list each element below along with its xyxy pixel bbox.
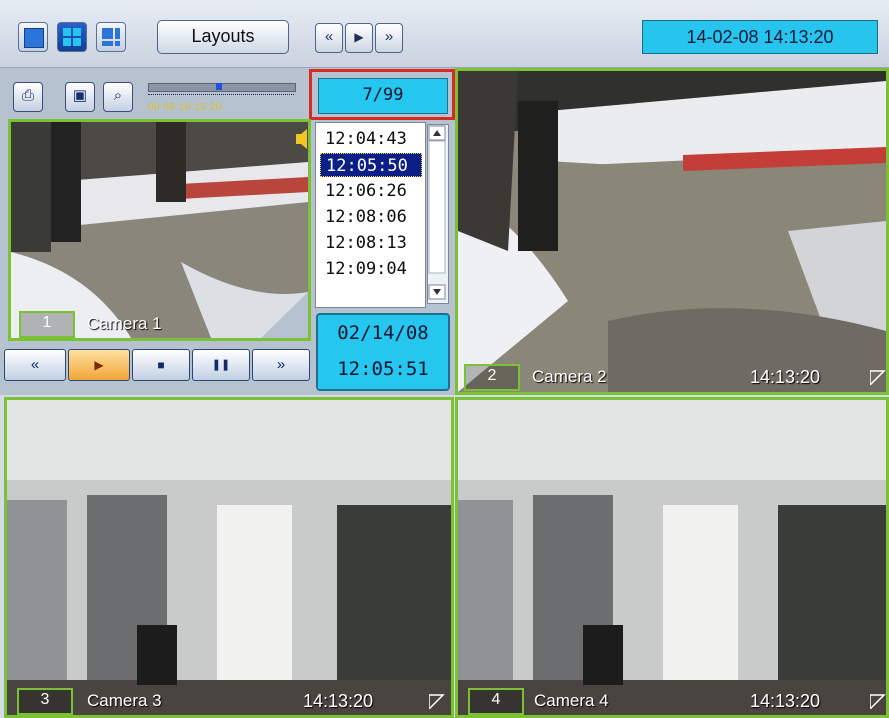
camera-2-time: 14:13:20 — [750, 367, 821, 387]
single-view-icon — [24, 28, 44, 48]
playback-date: 02/14/08 — [337, 322, 429, 344]
date-time-display: 14-02-08 14:13:20 — [642, 20, 878, 54]
camera-4-time: 14:13:20 — [750, 691, 821, 711]
list-item[interactable]: 12:08:13 — [320, 231, 422, 255]
list-item[interactable]: 12:09:04 — [320, 257, 422, 281]
camera-2-image — [458, 71, 886, 392]
camera-1-view[interactable]: 1 Camera 1 — [8, 119, 311, 341]
playback-time: 12:05:51 — [337, 358, 429, 380]
fast-forward-button[interactable]: » — [252, 349, 310, 381]
time-scale-marker — [216, 83, 222, 90]
camera-2-label: Camera 2 — [532, 367, 607, 386]
camera-3-number: 3 — [17, 688, 73, 715]
stop-button[interactable]: ■ — [132, 349, 190, 381]
mixed-view-button[interactable] — [96, 22, 126, 52]
record-counter-highlight: 7/99 — [309, 69, 455, 120]
list-item-selected[interactable]: 12:05:50 — [320, 153, 422, 177]
resize-corner-icon[interactable] — [870, 693, 886, 709]
camera-4-number: 4 — [468, 688, 524, 715]
play-forward-button[interactable]: ▶ — [345, 23, 373, 53]
play-button[interactable]: ▶ — [68, 349, 130, 381]
event-time-list-box[interactable]: 12:04:43 12:05:50 12:06:26 12:08:06 12:0… — [315, 122, 426, 308]
event-time-list: 12:04:43 12:05:50 12:06:26 12:08:06 12:0… — [315, 122, 454, 308]
save-icon: ▣ — [72, 87, 88, 104]
top-toolbar: Layouts « ▶ » 14-02-08 14:13:20 — [0, 0, 889, 68]
resize-corner-icon[interactable] — [429, 693, 445, 709]
list-item[interactable]: 12:06:26 — [320, 179, 422, 203]
time-scale-labels: 00 05 10 15 20 — [148, 102, 222, 113]
camera-2-view[interactable]: 2 Camera 2 14:13:20 — [455, 68, 889, 395]
list-scrollbar[interactable] — [427, 124, 449, 304]
speaker-icon[interactable] — [296, 128, 310, 150]
list-item[interactable]: 12:08:06 — [320, 205, 422, 229]
print-button[interactable]: ⎙ — [13, 82, 43, 112]
camera-4-label: Camera 4 — [534, 691, 609, 710]
layouts-button[interactable]: Layouts — [157, 20, 289, 54]
next-button[interactable]: » — [375, 23, 403, 53]
pause-button[interactable]: ❚❚ — [192, 349, 250, 381]
camera-3-time: 14:13:20 — [303, 691, 374, 711]
search-button[interactable]: ⌕ — [103, 82, 133, 112]
list-item[interactable]: 12:04:43 — [320, 127, 422, 151]
quad-view-button[interactable] — [57, 22, 87, 52]
camera-3-view[interactable]: 3 Camera 3 14:13:20 — [4, 397, 454, 718]
previous-button[interactable]: « — [315, 23, 343, 53]
search-icon: ⌕ — [113, 87, 123, 104]
print-icon: ⎙ — [21, 87, 34, 104]
single-view-button[interactable] — [18, 22, 48, 52]
save-button[interactable]: ▣ — [65, 82, 95, 112]
camera-1-number: 1 — [19, 311, 75, 338]
camera-1-image — [11, 122, 308, 338]
time-scale-slider[interactable]: 00 05 10 15 20 — [148, 80, 296, 116]
camera-3-label: Camera 3 — [87, 691, 162, 710]
record-counter: 7/99 — [318, 78, 448, 114]
camera-1-label: Camera 1 — [87, 314, 162, 333]
mixed-view-icon — [102, 28, 120, 46]
resize-corner-icon[interactable] — [870, 369, 886, 385]
rewind-button[interactable]: « — [4, 349, 66, 381]
playback-datetime: 02/14/08 12:05:51 — [316, 313, 450, 391]
camera-2-number: 2 — [464, 364, 520, 391]
camera-4-view[interactable]: 4 Camera 4 14:13:20 — [455, 397, 889, 718]
camera-3-image — [7, 400, 451, 715]
quad-view-icon — [63, 28, 81, 46]
camera-4-image — [458, 400, 886, 715]
